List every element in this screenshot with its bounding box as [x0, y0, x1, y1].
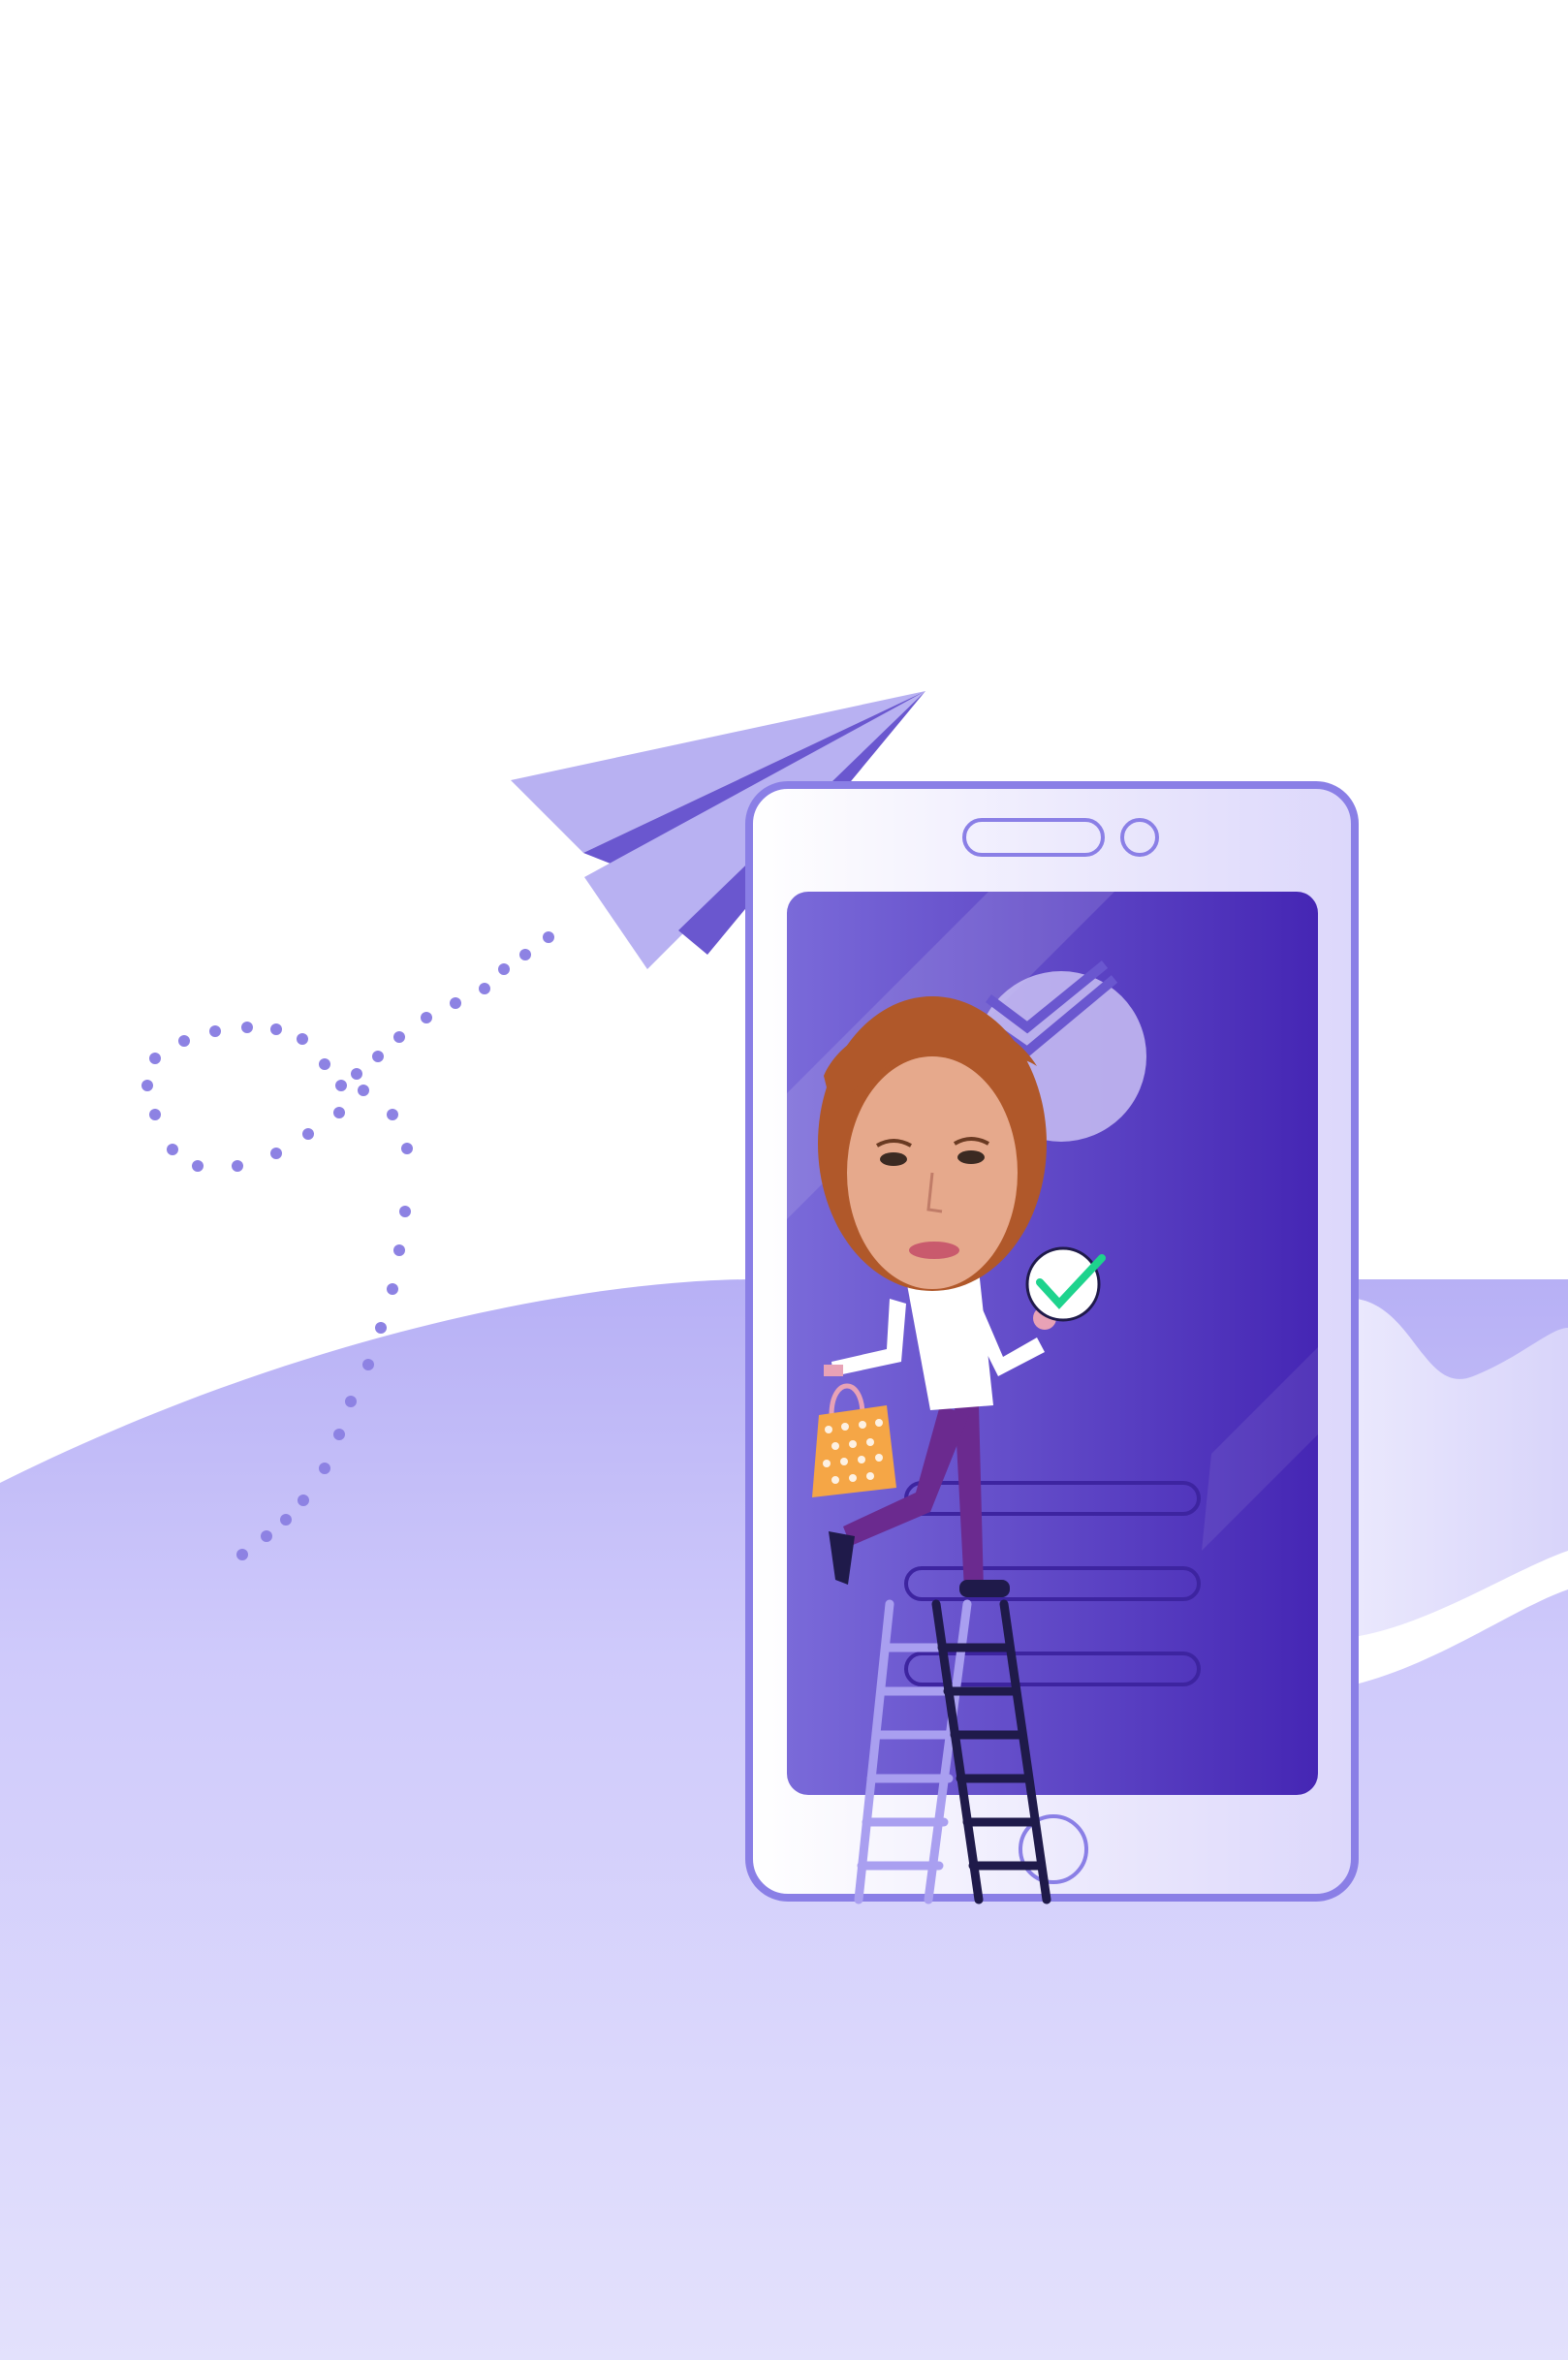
- checkmark-icon: [1025, 1246, 1106, 1322]
- flight-path-dot: [236, 1549, 248, 1560]
- flight-path-dot: [351, 1068, 362, 1080]
- flight-path-dot: [167, 1144, 178, 1155]
- flight-path-dot: [261, 1530, 272, 1542]
- illustration-canvas: [0, 691, 1568, 2360]
- flight-path-dot: [319, 1463, 330, 1474]
- flight-path-dot: [399, 1206, 411, 1217]
- flight-path-dot: [498, 963, 510, 975]
- flight-path-dot: [345, 1396, 357, 1407]
- flight-path-dot: [362, 1359, 374, 1370]
- flight-path-dot: [178, 1035, 190, 1047]
- flight-path-dot: [192, 1160, 204, 1172]
- flight-path-dot: [372, 1051, 384, 1062]
- flight-path-dot: [335, 1080, 347, 1091]
- phone: [745, 781, 1359, 1902]
- flight-path-dot: [401, 1143, 413, 1154]
- flight-path-dot: [149, 1053, 161, 1064]
- flight-path-dot: [209, 1025, 221, 1037]
- flight-path-dot: [387, 1109, 398, 1120]
- flight-path-dot: [393, 1244, 405, 1256]
- flight-path-dot: [319, 1058, 330, 1070]
- flight-path-dot: [387, 1283, 398, 1295]
- flight-path-dot: [270, 1023, 282, 1035]
- flight-path-dot: [232, 1160, 243, 1172]
- person-head: [818, 996, 1047, 1291]
- flight-path-dot: [393, 1031, 405, 1043]
- flight-path-dot: [333, 1107, 345, 1118]
- flight-path-dot: [358, 1085, 369, 1096]
- flight-path-dot: [302, 1128, 314, 1140]
- flight-path-dot: [421, 1012, 432, 1023]
- flight-path-dot: [298, 1495, 309, 1506]
- flight-path-dot: [141, 1080, 153, 1091]
- flight-path-dot: [375, 1322, 387, 1334]
- flight-path-dot: [297, 1033, 308, 1045]
- flight-path-dot: [479, 983, 490, 994]
- flight-path-dot: [519, 949, 531, 960]
- flight-path-dot: [333, 1429, 345, 1440]
- flight-path-dot: [241, 1022, 253, 1033]
- flight-path-dot: [280, 1514, 292, 1526]
- flight-path-dot: [450, 997, 461, 1009]
- flight-path-dot: [270, 1148, 282, 1159]
- flight-path-dot: [543, 931, 554, 943]
- flight-path-dot: [149, 1109, 161, 1120]
